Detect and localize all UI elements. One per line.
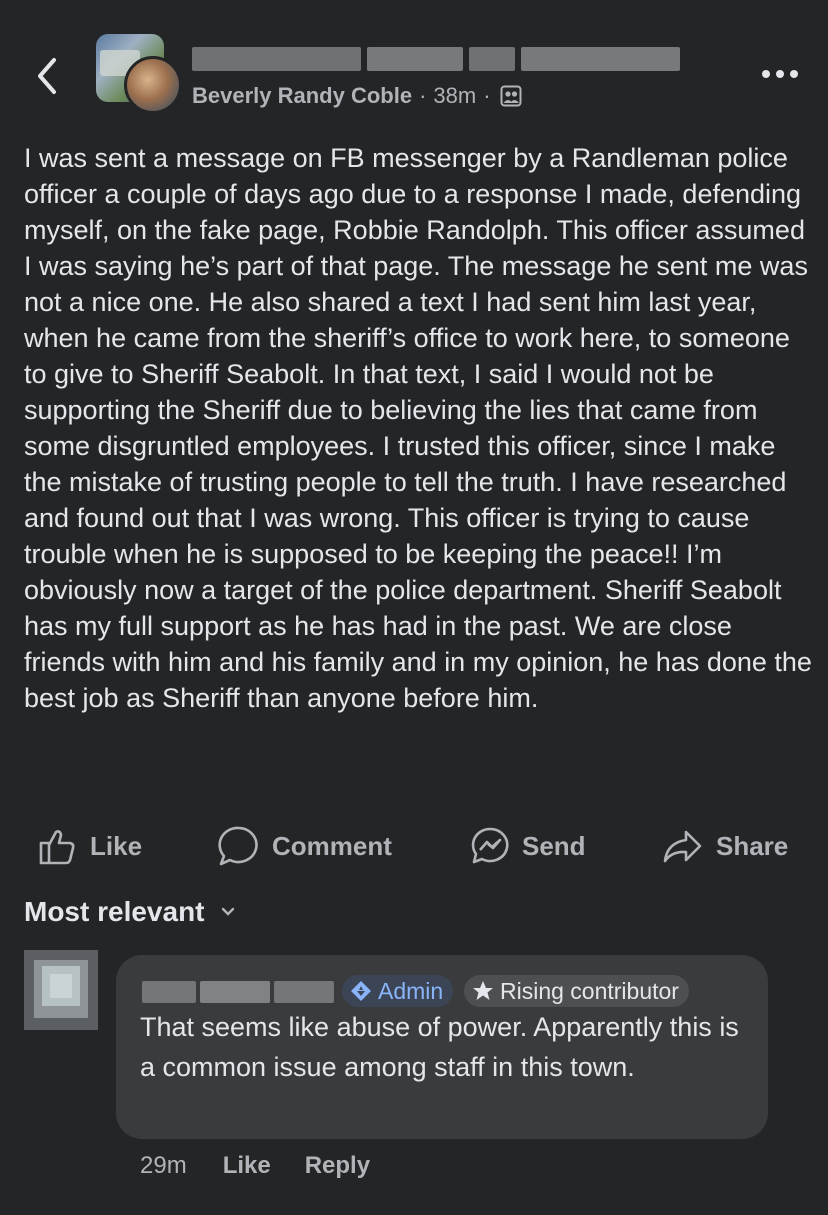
like-label: Like	[90, 830, 143, 861]
group-name-redacted[interactable]	[192, 44, 681, 74]
post-header: Beverly Randy Coble · 38m ·	[0, 0, 828, 130]
post-action-bar: Like Comment Send Share	[0, 818, 828, 874]
rising-contributor-badge: Rising contributor	[464, 975, 689, 1007]
post-time[interactable]: 38m	[433, 83, 476, 109]
comment-like-button[interactable]: Like	[223, 1152, 271, 1180]
comment-bubble-icon	[218, 826, 258, 866]
comment-footer: 29m Like Reply	[140, 1148, 404, 1184]
admin-badge: Admin	[342, 975, 454, 1007]
comment-label: Comment	[272, 830, 392, 861]
author-name[interactable]: Beverly Randy Coble	[192, 83, 412, 109]
commenter-avatar-redacted[interactable]	[24, 950, 98, 1030]
comment-bubble: Admin Rising contributor That seems like…	[116, 955, 768, 1139]
thumbs-up-icon	[39, 830, 75, 865]
sort-label: Most relevant	[24, 896, 205, 927]
chevron-left-icon[interactable]	[30, 54, 66, 98]
post-body-text: I was sent a message on FB messenger by …	[24, 143, 812, 713]
star-icon	[473, 981, 493, 1000]
post-meta: Beverly Randy Coble · 38m ·	[192, 82, 522, 110]
group-avatar[interactable]	[96, 34, 182, 114]
admin-badge-label: Admin	[378, 977, 444, 1004]
like-button[interactable]: Like	[38, 824, 142, 868]
more-horizontal-icon[interactable]	[760, 62, 800, 86]
commenter-name-redacted[interactable]	[142, 979, 342, 1005]
send-button[interactable]: Send	[470, 824, 586, 868]
comment-text: That seems like abuse of power. Apparent…	[140, 1012, 739, 1082]
admin-shield-icon	[351, 981, 371, 1001]
comment-reply-button[interactable]: Reply	[305, 1152, 370, 1180]
share-arrow-icon	[663, 830, 702, 863]
group-members-icon	[500, 85, 522, 107]
share-button[interactable]: Share	[662, 824, 788, 868]
messenger-icon	[471, 827, 509, 864]
meta-separator: ·	[419, 83, 427, 108]
meta-separator-2: ·	[483, 83, 491, 108]
share-label: Share	[716, 830, 789, 861]
comment-sort-dropdown[interactable]: Most relevant	[24, 892, 235, 932]
author-avatar[interactable]	[124, 56, 182, 114]
comment-time: 29m	[140, 1152, 187, 1179]
rising-badge-label: Rising contributor	[500, 977, 679, 1004]
chevron-down-icon	[221, 907, 234, 916]
comment-button[interactable]: Comment	[218, 824, 392, 868]
send-label: Send	[522, 830, 586, 861]
